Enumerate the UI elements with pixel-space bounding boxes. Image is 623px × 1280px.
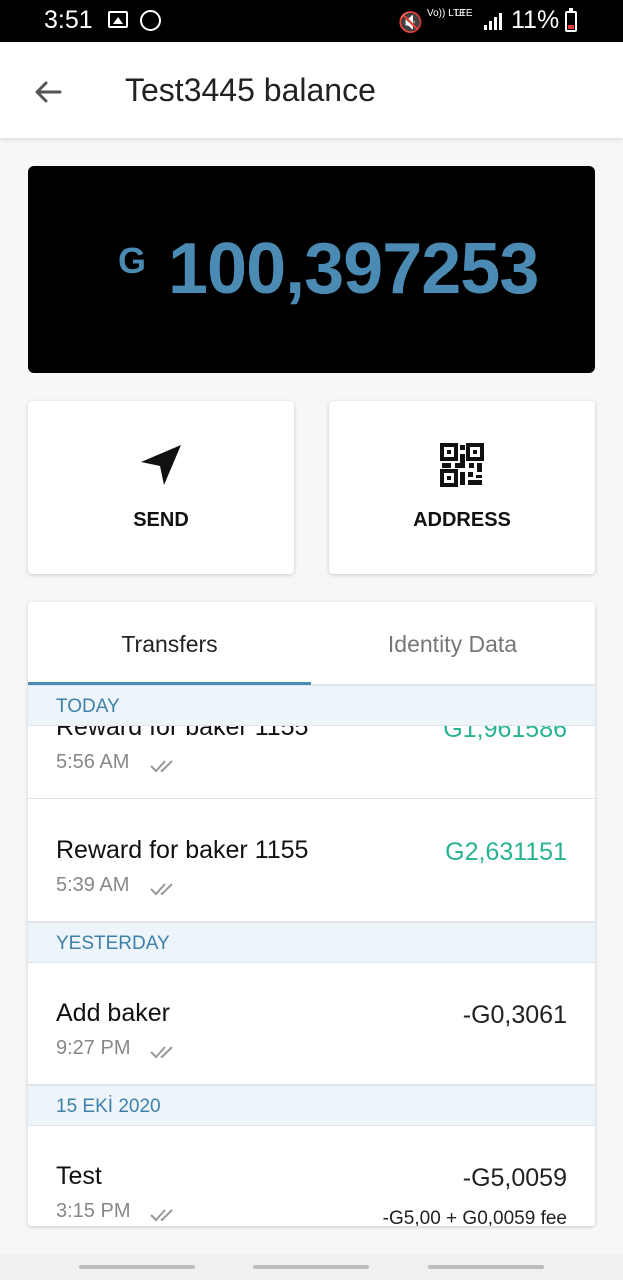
transaction-list[interactable]: Reward for baker 1155 5:56 AM G1,961586 … [28, 685, 595, 1226]
signal-icon [484, 12, 504, 30]
send-label: SEND [133, 509, 189, 531]
tab-bar: Transfers Identity Data [28, 602, 595, 685]
system-nav-bar [0, 1254, 623, 1280]
qr-code-icon [440, 443, 484, 487]
send-button[interactable]: SEND [28, 401, 294, 574]
transaction-row[interactable]: Add baker 9:27 PM -G0,3061 [28, 963, 595, 1085]
transaction-title: Test [56, 1162, 102, 1190]
double-check-icon [150, 1209, 173, 1222]
section-label: TODAY [56, 696, 120, 717]
transaction-time: 3:15 PM [56, 1200, 131, 1222]
section-label: YESTERDAY [56, 933, 170, 954]
nav-back-button[interactable] [428, 1265, 544, 1269]
address-label: ADDRESS [413, 509, 511, 531]
battery-icon [565, 8, 577, 32]
section-header-today: TODAY [28, 685, 595, 726]
double-check-icon [150, 760, 173, 773]
transaction-row[interactable]: Test 3:15 PM -G5,0059 -G5,00 + G0,0059 f… [28, 1126, 595, 1226]
transaction-title: Add baker [56, 999, 170, 1027]
transaction-amount: -G0,3061 [462, 1001, 567, 1029]
transaction-time: 5:39 AM [56, 874, 130, 896]
status-bar: 3:51 🔇 Vo)) LTE LTE 11% [0, 0, 623, 42]
status-time: 3:51 [44, 6, 93, 34]
transaction-amount: -G5,0059 [462, 1164, 567, 1192]
back-arrow-icon[interactable] [28, 72, 68, 112]
double-check-icon [150, 1046, 173, 1059]
tab-transfers[interactable]: Transfers [28, 602, 311, 685]
app-bar: Test3445 balance [0, 42, 623, 138]
nav-home-button[interactable] [253, 1265, 369, 1269]
section-header-date: 15 EKİ 2020 [28, 1085, 595, 1126]
section-label: 15 EKİ 2020 [56, 1096, 161, 1117]
page-title: Test3445 balance [125, 72, 376, 108]
section-header-yesterday: YESTERDAY [28, 922, 595, 963]
balance-amount: 100,397253 [168, 229, 539, 309]
transaction-title: Reward for baker 1155 [56, 836, 309, 864]
transaction-time: 9:27 PM [56, 1037, 131, 1059]
send-icon [141, 445, 181, 485]
double-check-icon [150, 883, 173, 896]
currency-symbol: G [118, 240, 147, 281]
tab-identity-data[interactable]: Identity Data [311, 602, 594, 685]
transaction-amount: G2,631151 [445, 838, 567, 866]
balance-card: G 100,397253 [28, 166, 595, 373]
nav-recents-button[interactable] [79, 1265, 195, 1269]
whatsapp-notification-icon [140, 10, 161, 31]
gallery-notification-icon [108, 11, 128, 28]
transactions-panel: Transfers Identity Data Reward for baker… [28, 602, 595, 1226]
transaction-time: 5:56 AM [56, 751, 130, 773]
mute-icon: 🔇 [398, 12, 423, 34]
transaction-row[interactable]: Reward for baker 1155 5:39 AM G2,631151 [28, 800, 595, 922]
address-button[interactable]: ADDRESS [329, 401, 595, 574]
lte-indicator: LTE [455, 8, 473, 19]
battery-percent: 11% [511, 6, 560, 34]
transaction-fee: -G5,00 + G0,0059 fee [382, 1208, 567, 1226]
